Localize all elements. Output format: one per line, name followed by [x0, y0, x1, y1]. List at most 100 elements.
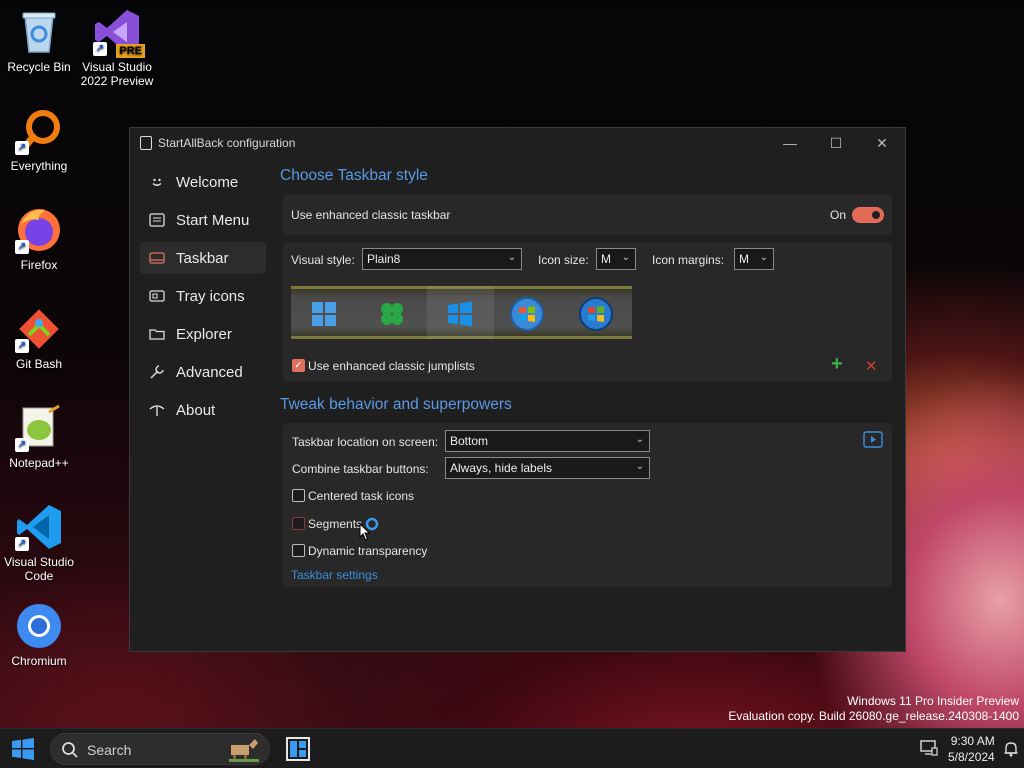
location-select[interactable]: Bottom ⌄ [445, 430, 650, 452]
nav-label: Welcome [176, 173, 239, 191]
notification-bell-icon[interactable] [1004, 741, 1018, 762]
nav-label: Start Menu [176, 211, 250, 229]
nav-item-tray-icons[interactable]: Tray icons [140, 280, 266, 312]
segments-label: Segments [308, 517, 363, 531]
add-icon[interactable]: + [831, 353, 843, 376]
visual-studio-icon: ↗ PRE [93, 8, 145, 58]
nav-item-about[interactable]: About [140, 394, 266, 426]
chevron-down-icon: ⌄ [635, 461, 644, 472]
desktop-icon-recycle-bin[interactable]: Recycle Bin [1, 8, 77, 74]
shortcut-arrow-icon: ↗ [15, 537, 29, 551]
maximize-button[interactable]: ☐ [813, 128, 859, 158]
start-button-style-preview[interactable] [291, 286, 632, 339]
watermark-line-2: Evaluation copy. Build 26080.ge_release.… [728, 709, 1019, 723]
shortcut-arrow-icon: ↗ [15, 339, 29, 353]
toggle-state-label: On [830, 208, 847, 222]
title-bar[interactable]: StartAllBack configuration — ☐ ✕ [130, 128, 905, 158]
taskbar-search-box[interactable]: Search [50, 733, 270, 765]
style-option-win11[interactable] [311, 301, 337, 332]
video-help-icon[interactable] [863, 431, 883, 453]
startallback-app-icon [286, 737, 310, 761]
desktop-icon-label: Recycle Bin [7, 60, 71, 74]
nav-label: Advanced [176, 363, 243, 381]
visual-style-value: Plain8 [367, 252, 401, 266]
style-option-win10-selected[interactable] [427, 286, 494, 339]
search-icon [62, 742, 78, 758]
windows-logo-icon [12, 738, 34, 760]
windows-11-logo-icon [312, 302, 336, 326]
notepad-plus-plus-icon: ↗ [15, 404, 63, 452]
search-placeholder: Search [87, 742, 132, 758]
nav-item-welcome[interactable]: Welcome [140, 166, 266, 198]
clock-time: 9:30 AM [950, 734, 995, 748]
centered-icons-label: Centered task icons [308, 489, 415, 503]
location-label: Taskbar location on screen: [292, 435, 439, 449]
network-icon[interactable] [920, 740, 938, 761]
taskbar-app-startallback[interactable] [286, 737, 310, 766]
style-option-clover[interactable] [379, 301, 405, 332]
style-option-win7[interactable] [509, 296, 545, 337]
icon-size-value: M [601, 252, 611, 266]
icon-margins-select[interactable]: M ⌄ [734, 248, 774, 270]
desktop-icon-firefox[interactable]: ↗ Firefox [1, 206, 77, 272]
tray-icon [148, 288, 166, 304]
desktop-icon-label: Git Bash [15, 357, 63, 371]
close-button[interactable]: ✕ [859, 128, 905, 158]
minimize-button[interactable]: — [767, 128, 813, 158]
start-button[interactable] [12, 738, 34, 765]
clock[interactable]: 9:30 AM 5/8/2024 [948, 733, 995, 765]
nav-label: Taskbar [176, 249, 229, 267]
desktop-icon-label: Chromium [11, 654, 67, 668]
chromium-icon [15, 602, 63, 650]
nav-label: Tray icons [176, 287, 245, 305]
sidebar-nav: Welcome Start Menu Taskbar Tray icons Ex… [140, 166, 266, 432]
chevron-down-icon: ⌄ [759, 252, 768, 263]
desktop-icon-label: Everything [10, 159, 68, 173]
jumplists-checkbox[interactable]: ✓ [292, 359, 305, 372]
vscode-icon: ↗ [15, 503, 63, 551]
section-title-taskbar-style: Choose Taskbar style [280, 167, 428, 184]
firefox-icon: ↗ [15, 206, 63, 254]
icon-size-label: Icon size: [538, 253, 589, 267]
nav-label: Explorer [176, 325, 232, 343]
visual-style-panel: Visual style: Plain8 ⌄ Icon size: M ⌄ Ic… [283, 243, 892, 381]
start-menu-icon [148, 212, 166, 228]
windows-7-orb-icon [510, 297, 544, 331]
combine-select[interactable]: Always, hide labels ⌄ [445, 457, 650, 479]
nav-item-taskbar[interactable]: Taskbar [140, 242, 266, 274]
shortcut-arrow-icon: ↗ [15, 240, 29, 254]
desktop-icon-chromium[interactable]: Chromium [1, 602, 77, 668]
desktop-icon-git-bash[interactable]: ↗ Git Bash [1, 305, 77, 371]
desktop-icon-vscode[interactable]: ↗ Visual Studio Code [1, 503, 77, 583]
visual-style-label: Visual style: [291, 253, 355, 267]
dynamic-transparency-checkbox[interactable] [292, 544, 305, 557]
smiley-icon [148, 174, 166, 190]
chevron-down-icon: ⌄ [621, 252, 630, 263]
icon-size-select[interactable]: M ⌄ [596, 248, 636, 270]
shortcut-arrow-icon: ↗ [93, 42, 107, 56]
centered-icons-checkbox[interactable] [292, 489, 305, 502]
taskbar-settings-link[interactable]: Taskbar settings [291, 568, 378, 582]
segments-checkbox[interactable] [292, 517, 305, 530]
desktop-icon-notepad-plus-plus[interactable]: ↗ Notepad++ [1, 404, 77, 470]
chevron-down-icon: ⌄ [635, 434, 644, 445]
nav-item-advanced[interactable]: Advanced [140, 356, 266, 388]
icon-margins-value: M [739, 252, 749, 266]
nav-item-explorer[interactable]: Explorer [140, 318, 266, 350]
clover-logo-icon [381, 303, 403, 325]
nav-item-start-menu[interactable]: Start Menu [140, 204, 266, 236]
about-icon [148, 402, 166, 418]
desktop-icon-visual-studio-2022[interactable]: ↗ PRE Visual Studio 2022 Preview [79, 8, 155, 88]
wrench-icon [148, 364, 166, 380]
search-highlight-icon [225, 737, 261, 768]
style-option-vista[interactable] [578, 296, 614, 337]
remove-icon[interactable]: ✕ [865, 357, 878, 375]
visual-style-select[interactable]: Plain8 ⌄ [362, 248, 522, 270]
enhanced-taskbar-toggle[interactable] [852, 207, 884, 223]
combine-value: Always, hide labels [450, 461, 553, 475]
folder-icon [148, 326, 166, 342]
chevron-down-icon: ⌄ [507, 252, 516, 263]
desktop-icon-label: Visual Studio Code [4, 555, 74, 583]
windows-vista-orb-icon [579, 297, 613, 331]
desktop-icon-everything[interactable]: ↗ Everything [1, 107, 77, 173]
